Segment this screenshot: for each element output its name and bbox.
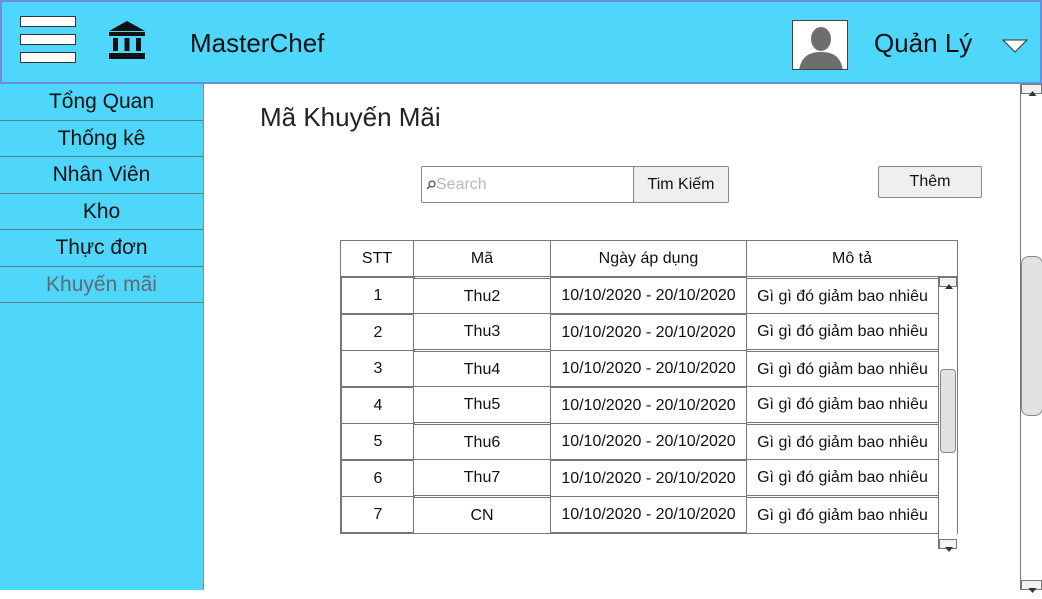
table-cell-mo-ta: Gì gì đó giảm bao nhiêu (746, 497, 939, 534)
table-cell-mo-ta: Gì gì đó giảm bao nhiêu (746, 385, 939, 423)
table-cell-stt: 5 (341, 423, 415, 460)
column-header-stt: STT (341, 241, 414, 277)
table-cell-ngay-ap-dung: 10/10/2020 - 20/10/2020 (550, 313, 747, 351)
page-scrollbar[interactable] (1020, 84, 1042, 593)
search-button[interactable]: Tim Kiếm (633, 166, 729, 203)
sidebar-item-thuc-don[interactable]: Thực đơn (0, 230, 203, 267)
column-header-ma: Mã (414, 241, 551, 277)
table-cell-ma: Thu6 (413, 424, 551, 461)
table-cell-ma: Thu5 (413, 385, 551, 423)
table-scrollbar[interactable] (938, 277, 957, 552)
table-cell-stt: 7 (341, 496, 415, 533)
table-cell-stt: 3 (341, 350, 415, 387)
table-cell-ma: Thu2 (413, 278, 551, 315)
search-icon (426, 180, 436, 190)
table-cell-ma: Thu3 (413, 312, 551, 350)
column-header-mo-ta: Mô tả (747, 241, 957, 277)
promo-table: STT Mã Ngày áp dụng Mô tả 1 Thu2 10/10/202… (340, 240, 958, 552)
search-box[interactable] (421, 166, 635, 203)
table-cell-stt: 2 (341, 313, 415, 351)
sidebar: Tổng Quan Thống kê Nhân Viên Kho Thực đơ… (0, 84, 204, 590)
table-cell-mo-ta: Gì gì đó giảm bao nhiêu (746, 278, 939, 315)
table-cell-ngay-ap-dung: 10/10/2020 - 20/10/2020 (550, 496, 747, 533)
sidebar-item-kho[interactable]: Kho (0, 194, 203, 230)
page-scroll-up-arrow-icon[interactable] (1021, 84, 1042, 96)
add-button[interactable]: Thêm (878, 166, 982, 198)
table-cell-ngay-ap-dung: 10/10/2020 - 20/10/2020 (550, 350, 747, 387)
sidebar-item-nhan-vien[interactable]: Nhân Viên (0, 157, 203, 194)
user-avatar[interactable] (792, 20, 848, 70)
table-cell-ngay-ap-dung: 10/10/2020 - 20/10/2020 (550, 459, 747, 497)
app-title: MasterChef (190, 28, 325, 58)
table-cell-ngay-ap-dung: 10/10/2020 - 20/10/2020 (550, 423, 747, 460)
table-cell-ngay-ap-dung: 10/10/2020 - 20/10/2020 (550, 386, 747, 424)
page-title: Mã Khuyến Mãi (260, 102, 441, 132)
hamburger-menu-icon[interactable] (20, 16, 78, 66)
column-header-ngay-ap-dung: Ngày áp dụng (551, 241, 747, 277)
sidebar-item-thong-ke[interactable]: Thống kê (0, 121, 203, 157)
sidebar-item-khuyen-mai[interactable]: Khuyến mãi (0, 267, 203, 303)
table-cell-ngay-ap-dung: 10/10/2020 - 20/10/2020 (550, 277, 747, 314)
scroll-down-arrow-icon[interactable] (939, 539, 957, 552)
table-cell-mo-ta: Gì gì đó giảm bao nhiêu (746, 351, 939, 388)
page-scroll-down-arrow-icon[interactable] (1021, 580, 1042, 593)
table-cell-stt: 6 (341, 459, 415, 497)
user-name[interactable]: Quản Lý (874, 28, 972, 59)
table-scroll-thumb[interactable] (940, 369, 956, 453)
bank-icon (108, 20, 146, 60)
sidebar-item-tong-quan[interactable]: Tổng Quan (0, 84, 203, 121)
top-header: MasterChef Quản Lý (0, 0, 1042, 84)
table-cell-stt: 1 (341, 277, 415, 314)
table-cell-mo-ta: Gì gì đó giảm bao nhiêu (746, 312, 939, 350)
search-input[interactable] (436, 171, 630, 199)
table-cell-ma: Thu7 (413, 458, 551, 496)
scroll-up-arrow-icon[interactable] (939, 277, 957, 289)
main-content: Mã Khuyến Mãi Tim Kiếm Thêm STT Mã Ngày … (204, 84, 1022, 590)
table-cell-ma: Thu4 (413, 351, 551, 388)
table-cell-mo-ta: Gì gì đó giảm bao nhiêu (746, 424, 939, 461)
chevron-down-icon[interactable] (1001, 38, 1029, 54)
table-cell-mo-ta: Gì gì đó giảm bao nhiêu (746, 458, 939, 496)
page-scroll-thumb[interactable] (1021, 256, 1042, 416)
table-cell-stt: 4 (341, 386, 415, 424)
table-cell-ma: CN (413, 497, 551, 534)
